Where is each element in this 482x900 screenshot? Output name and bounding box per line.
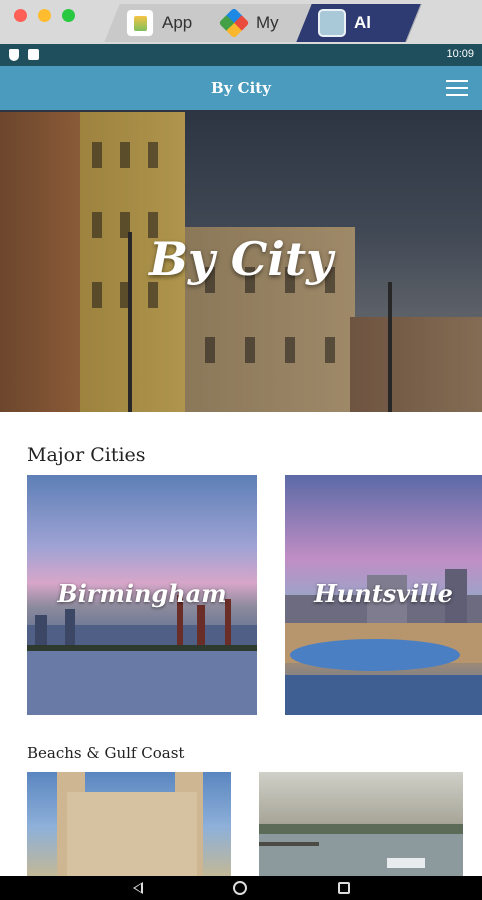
recents-icon[interactable] <box>338 882 350 894</box>
app-center-icon <box>126 9 154 37</box>
city-card-huntsville[interactable]: Huntsville <box>285 475 482 715</box>
maximize-window-button[interactable] <box>62 9 75 22</box>
app-header: By City <box>0 66 482 110</box>
tab-label: Al <box>354 13 371 32</box>
my-apps-icon <box>218 7 250 39</box>
main-content: Major Cities Birmingham Huntsville Beach… <box>0 412 482 876</box>
status-time: 10:09 <box>446 48 474 60</box>
section-title-major-cities: Major Cities <box>27 444 146 466</box>
tab-label: App <box>162 13 193 32</box>
back-icon[interactable] <box>133 882 143 894</box>
section-title-beaches: Beachs & Gulf Coast <box>27 744 185 762</box>
window-chrome: App My Al <box>0 0 482 44</box>
close-window-button[interactable] <box>14 9 27 22</box>
tab-label: My <box>256 13 279 32</box>
home-icon[interactable] <box>233 881 247 895</box>
navigation-bar <box>0 876 482 900</box>
status-bar: 10:09 <box>0 44 482 66</box>
hamburger-menu-icon[interactable] <box>446 80 468 96</box>
hero-title: By City <box>149 232 333 286</box>
cathedral-facade <box>67 792 197 876</box>
beach-card-harbor[interactable] <box>259 772 463 876</box>
hero-banner: By City <box>0 110 482 412</box>
minimize-window-button[interactable] <box>38 9 51 22</box>
harbor-scene <box>259 824 463 876</box>
city-card-label: Huntsville <box>314 579 453 608</box>
beach-card-cathedral[interactable] <box>27 772 231 876</box>
alabama-app-icon <box>318 9 346 37</box>
city-card-label: Birmingham <box>57 579 227 608</box>
page-title: By City <box>211 79 271 97</box>
birmingham-skyline <box>27 595 257 715</box>
shield-icon <box>9 49 19 61</box>
tab-alabama-app[interactable]: Al <box>296 4 422 42</box>
sd-card-icon <box>28 49 39 60</box>
city-card-birmingham[interactable]: Birmingham <box>27 475 257 715</box>
